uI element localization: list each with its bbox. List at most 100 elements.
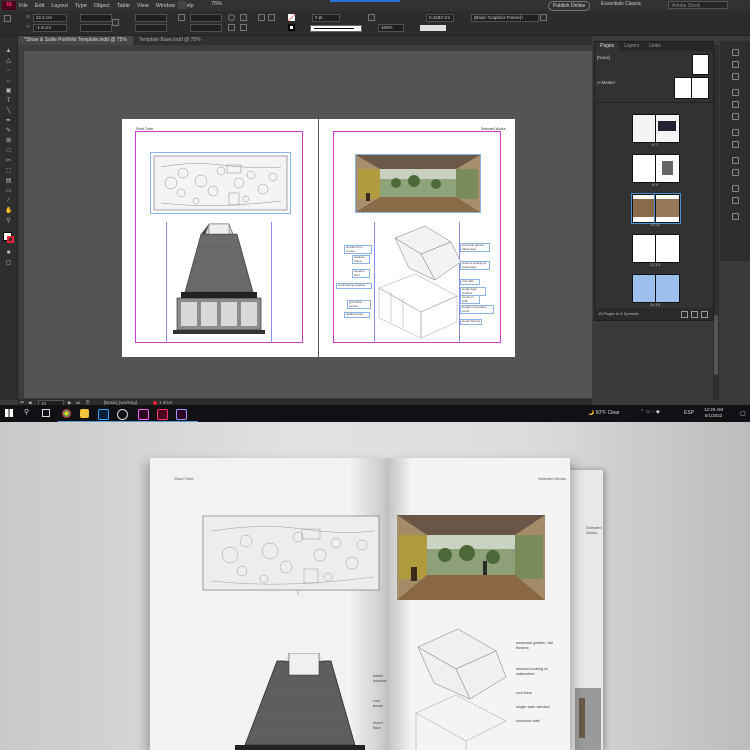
a-master-left-thumbnail[interactable] xyxy=(674,77,692,99)
photoshop-icon[interactable] xyxy=(98,409,109,420)
taskbar-clock[interactable]: 12:29 AM 5/1/2022 xyxy=(704,407,723,419)
page-thumbnail-selected[interactable] xyxy=(654,193,681,224)
pencil-tool-icon[interactable]: ✎ xyxy=(5,128,12,134)
menu-table[interactable]: Table xyxy=(117,3,130,9)
x-field[interactable]: 22.6 cm xyxy=(33,14,67,22)
annotation-note[interactable]: window frame xyxy=(352,255,370,264)
color-panel-icon[interactable] xyxy=(732,113,739,120)
publish-online-button[interactable]: Publish Online xyxy=(548,1,591,11)
menu-object[interactable]: Object xyxy=(94,3,110,9)
effects-icon[interactable] xyxy=(368,14,375,21)
section-frame[interactable] xyxy=(167,222,271,342)
annotation-note[interactable]: shaded from sunset xyxy=(344,245,372,254)
selection-tool-icon[interactable]: ▲ xyxy=(5,48,12,54)
left-page[interactable]: Short Tube xyxy=(122,119,318,357)
page-thumbnail[interactable] xyxy=(655,114,680,143)
menu-view[interactable]: View xyxy=(137,3,149,9)
tab-pages[interactable]: Pages xyxy=(595,42,620,51)
menu-edit[interactable]: Edit xyxy=(35,3,44,9)
bridge-icon[interactable] xyxy=(178,1,187,9)
page-tool-icon[interactable]: ▫ xyxy=(5,68,12,74)
reference-point-icon[interactable] xyxy=(4,15,11,22)
flip-horizontal-icon[interactable] xyxy=(240,14,247,21)
cc-libraries-icon[interactable] xyxy=(732,129,739,136)
height-field[interactable] xyxy=(80,24,112,32)
stroke-type-select[interactable] xyxy=(310,25,362,32)
plan-frame[interactable] xyxy=(150,152,291,214)
paragraph-panel-icon[interactable] xyxy=(732,197,739,204)
rectangle-tool-icon[interactable]: □ xyxy=(5,148,12,154)
annotation-note[interactable]: wood framing xyxy=(460,319,482,325)
move-page-icon[interactable] xyxy=(691,311,698,318)
input-language[interactable]: ESP xyxy=(684,410,694,416)
menu-type[interactable]: Type xyxy=(75,3,87,9)
zoom-level[interactable]: 75% xyxy=(211,1,222,7)
page-thumbnail[interactable] xyxy=(632,114,657,143)
notification-icon[interactable]: ▢ xyxy=(740,410,746,417)
scissors-tool-icon[interactable]: ✂ xyxy=(5,158,12,164)
stroke-color-icon[interactable] xyxy=(7,236,14,243)
page-thumbnail[interactable] xyxy=(632,234,657,263)
rotate-ccw-icon[interactable] xyxy=(228,24,235,31)
windows-start-icon[interactable] xyxy=(5,409,13,417)
scale-y-field[interactable] xyxy=(135,24,167,32)
object-style-select[interactable]: [Basic Graphics Frame]+ xyxy=(471,14,539,22)
zoom-tool-icon[interactable]: ⚲ xyxy=(5,218,12,224)
app-icon[interactable] xyxy=(117,409,128,420)
scrollbar-thumb[interactable] xyxy=(714,315,718,375)
text-wrap-icon[interactable] xyxy=(732,141,739,148)
swatches-panel-icon[interactable] xyxy=(732,101,739,108)
content-collector-icon[interactable]: ▣ xyxy=(5,88,12,94)
align-panel-icon[interactable] xyxy=(732,157,739,164)
workspace-switcher[interactable]: Essentials Classic xyxy=(601,1,641,7)
gradient-tool-icon[interactable]: ▤ xyxy=(5,178,12,184)
opacity-field[interactable]: 100% xyxy=(378,24,404,32)
page-thumbnail[interactable] xyxy=(655,154,680,183)
note-tool-icon[interactable]: ▭ xyxy=(5,188,12,194)
y-field[interactable]: -1.9 cm xyxy=(33,24,67,32)
type-tool-icon[interactable]: T xyxy=(5,98,12,104)
indesign-taskbar-icon[interactable] xyxy=(157,409,168,420)
free-transform-tool-icon[interactable]: ⬚ xyxy=(5,168,12,174)
tray-icons[interactable]: ⌃ ▭ ◌ ◆ xyxy=(640,409,660,415)
scale-x-field[interactable] xyxy=(135,14,167,22)
annotation-note[interactable]: seasonal garden, tall flowers xyxy=(460,243,490,252)
view-mode-icon[interactable]: ▢ xyxy=(5,260,12,266)
render-frame[interactable] xyxy=(355,154,481,213)
select-content-icon[interactable] xyxy=(268,14,275,21)
a-master-label[interactable]: A-Master xyxy=(597,80,615,85)
stroke-panel-icon[interactable] xyxy=(732,89,739,96)
menu-file[interactable]: File xyxy=(19,3,28,9)
trash-icon[interactable] xyxy=(701,311,708,318)
stroke-swatch-icon[interactable] xyxy=(288,24,295,31)
a-master-right-thumbnail[interactable] xyxy=(691,77,709,99)
none-master-label[interactable]: [None] xyxy=(597,55,610,60)
page-thumbnail[interactable] xyxy=(655,234,680,263)
pages-panel-icon[interactable] xyxy=(732,49,739,56)
tab-portfolio-template[interactable]: *Shaw & Sollie Portfolio Template.indd @… xyxy=(18,36,133,45)
fitting-frame-swatch[interactable] xyxy=(420,25,446,31)
annotation-note[interactable]: roof tube xyxy=(460,279,480,285)
pen-tool-icon[interactable]: ✒ xyxy=(5,118,12,124)
annotation-note[interactable]: ground/at sunset xyxy=(347,300,371,309)
page-thumbnail[interactable] xyxy=(632,154,657,183)
gap-tool-icon[interactable]: ↔ xyxy=(5,78,12,84)
annotation-note[interactable]: south facing window xyxy=(336,283,372,289)
annotation-note[interactable]: wooden mountain/ south xyxy=(460,305,494,314)
width-field[interactable] xyxy=(80,14,112,22)
rotate-icon[interactable] xyxy=(228,14,235,21)
hand-tool-icon[interactable]: ✋ xyxy=(5,208,12,214)
effects-panel-icon[interactable] xyxy=(732,169,739,176)
apply-color-icon[interactable]: ■ xyxy=(5,250,12,256)
help-search-input[interactable]: Adobe Stock xyxy=(668,1,728,9)
tab-template-base[interactable]: Template Base.indd @ 75% xyxy=(133,36,207,45)
premiere-icon[interactable] xyxy=(138,409,149,420)
annotation-note[interactable]: common wall xyxy=(460,295,480,304)
search-icon[interactable]: ⚲ xyxy=(24,408,29,416)
layers-panel-icon[interactable] xyxy=(732,61,739,68)
new-page-icon[interactable] xyxy=(681,311,688,318)
tab-links[interactable]: Links xyxy=(644,42,666,51)
premiere-pro-icon[interactable] xyxy=(176,409,187,420)
menu-layout[interactable]: Layout xyxy=(51,3,68,9)
eyedropper-tool-icon[interactable]: ⁄ xyxy=(5,198,12,204)
